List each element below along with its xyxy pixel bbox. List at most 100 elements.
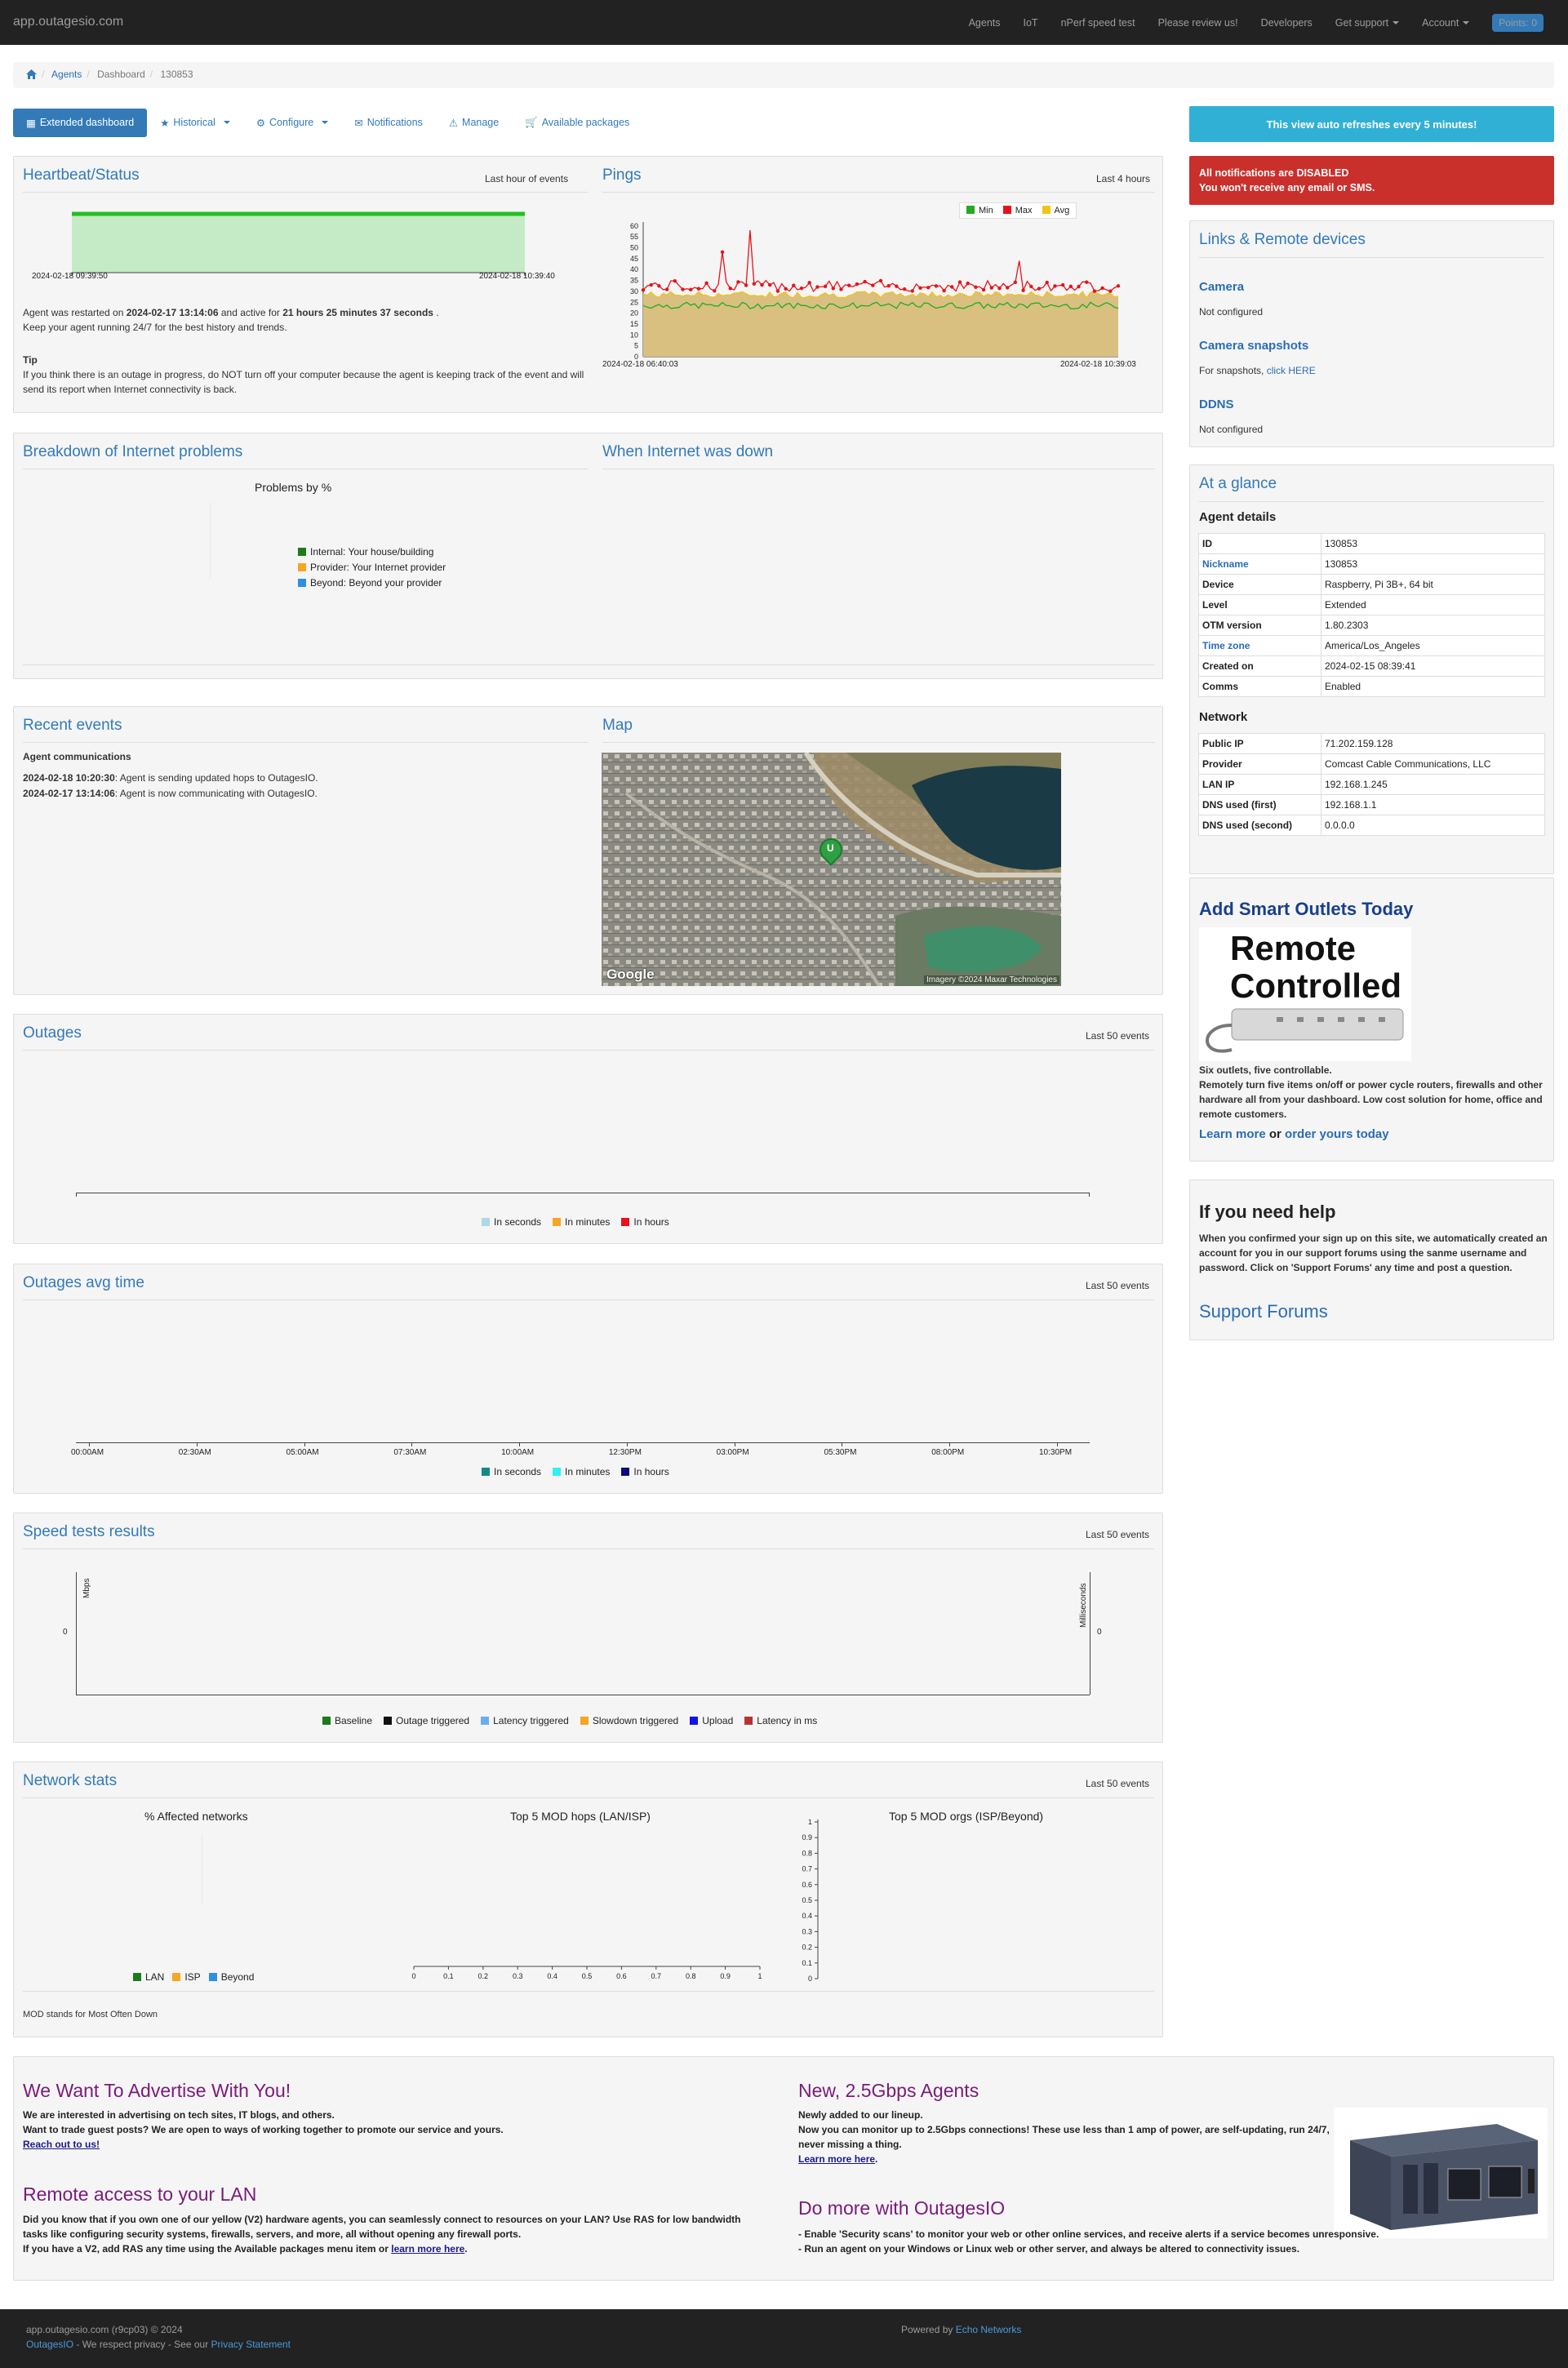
max-point — [664, 287, 669, 291]
x-tick-label: 0.7 — [651, 1972, 662, 1980]
nav-review[interactable]: Please review us! — [1158, 17, 1238, 29]
table-row: Time zone America/Los_Angeles — [1198, 635, 1545, 656]
x-tick-label: 0.3 — [513, 1972, 523, 1980]
legend-label: Outage triggered — [396, 1715, 470, 1726]
max-point — [966, 281, 970, 286]
max-point — [902, 287, 907, 291]
row-label: Time zone — [1198, 635, 1321, 656]
table-row: DNS used (second) 0.0.0.0 — [1198, 815, 1545, 836]
new-agents-line-2: Now you can monitor up to 2.5Gbps connec… — [798, 2124, 1330, 2150]
x-tick — [1057, 1442, 1058, 1446]
max-point — [799, 286, 804, 291]
table-row: ID 130853 — [1198, 533, 1545, 554]
y-tick-label: 0.5 — [802, 1896, 812, 1904]
max-point — [815, 285, 820, 289]
x-tick — [304, 1442, 305, 1446]
learn-more-link[interactable]: Learn more — [1199, 1127, 1266, 1141]
x-tick-label: 0.2 — [478, 1972, 489, 1980]
heartbeat-title: Heartbeat/Status — [23, 167, 140, 184]
row-value: Raspberry, Pi 3B+, 64 bit — [1321, 574, 1545, 595]
y-tick-label: 0.9 — [802, 1833, 812, 1842]
max-point — [957, 280, 962, 284]
reach-out-link[interactable]: Reach out to us! — [23, 2139, 100, 2150]
y-tick-label: 35 — [630, 277, 638, 285]
x-tick-label: 00:00AM — [71, 1448, 104, 1457]
snapshots-click-here[interactable]: click HERE — [1267, 365, 1316, 376]
max-point — [728, 287, 732, 291]
row-value: Enabled — [1321, 676, 1545, 697]
x-tick-label: 0.8 — [686, 1972, 696, 1980]
event-text: : Agent is sending updated hops to Outag… — [114, 772, 318, 784]
restart-suffix: . — [433, 307, 439, 318]
x-tick-label: 02:30AM — [178, 1448, 211, 1457]
top-navbar: app.outagesio.com Agents IoT nPerf speed… — [0, 0, 1568, 45]
tip-text: If you think there is an outage in progr… — [23, 369, 584, 395]
legend-max: Max — [1002, 206, 1033, 215]
nav-account-dropdown[interactable]: Account — [1422, 17, 1470, 29]
brand-link[interactable]: app.outagesio.com — [13, 15, 123, 29]
home-icon[interactable] — [26, 69, 37, 82]
nav-support-dropdown[interactable]: Get support — [1335, 17, 1400, 29]
label: Notifications — [366, 117, 423, 128]
max-point — [934, 284, 939, 288]
breadcrumb-agents[interactable]: Agents — [51, 69, 82, 80]
max-point — [775, 289, 780, 293]
camera-snapshots-link[interactable]: Camera snapshots — [1199, 339, 1308, 353]
row-value: America/Los_Angeles — [1321, 635, 1545, 656]
heartbeat-end: 2024-02-18 10:39:40 — [479, 272, 555, 281]
nav-agents[interactable]: Agents — [969, 17, 1001, 29]
breakdown-axis — [210, 503, 211, 578]
x-tick — [411, 1442, 413, 1446]
at-a-glance-panel: At a glance Agent details ID 130853 Nickna… — [1189, 464, 1554, 874]
tip-title: Tip — [23, 354, 38, 366]
advertise-title: We Want To Advertise With You! — [23, 2080, 291, 2101]
configure-dropdown[interactable]: ⚙ Configure — [243, 109, 341, 137]
nav-developers[interactable]: Developers — [1261, 17, 1313, 29]
extended-dashboard-button[interactable]: ▦ Extended dashboard — [13, 108, 148, 137]
y-tick-label: 0.6 — [802, 1881, 812, 1889]
legend-min: Min — [966, 206, 993, 215]
nav-iot[interactable]: IoT — [1024, 17, 1038, 29]
row-label-link[interactable]: Time zone — [1202, 640, 1250, 651]
nav-nperf[interactable]: nPerf speed test — [1061, 17, 1135, 29]
do-more-title: Do more with OutagesIO — [798, 2197, 1006, 2219]
new-agents-learn-link[interactable]: Learn more here — [798, 2153, 875, 2165]
row-label: Provider — [1198, 753, 1321, 775]
restart-time: 2024-02-17 13:14:06 — [126, 307, 219, 318]
row-label: DNS used (first) — [1198, 794, 1321, 815]
support-forums-link[interactable]: Support Forums — [1199, 1301, 1328, 1322]
event-time: 2024-02-17 13:14:06 — [23, 788, 115, 799]
smart-outlet-image[interactable]: Remote Controlled — [1199, 927, 1411, 1061]
points-badge[interactable]: Points: 0 — [1492, 13, 1544, 32]
x-tick-label: 0.4 — [547, 1972, 557, 1980]
keep-running-text: Keep your agent running 24/7 for the bes… — [23, 322, 287, 333]
satellite-map[interactable]: U Google Imagery ©2024 Maxar Technologie… — [602, 753, 1061, 986]
dashboard-toolbar: ▦ Extended dashboard ★ Historical ⚙ Configu… — [13, 106, 642, 139]
y-tick-label: 0.3 — [802, 1927, 812, 1935]
row-value: 130853 — [1321, 533, 1545, 554]
links-panel: Links & Remote devices Camera Not config… — [1189, 220, 1554, 447]
available-packages-button[interactable]: 🛒 Available packages — [512, 109, 642, 137]
outages-avg-axis — [76, 1442, 1090, 1443]
ddns-link[interactable]: DDNS — [1199, 398, 1234, 411]
table-row: Device Raspberry, Pi 3B+, 64 bit — [1198, 574, 1545, 595]
manage-button[interactable]: ⚠ Manage — [436, 109, 512, 137]
camera-link[interactable]: Camera — [1199, 280, 1244, 294]
notifications-button[interactable]: ✉ Notifications — [341, 109, 436, 137]
agent-details-heading: Agent details — [1199, 510, 1277, 524]
row-label-link[interactable]: Nickname — [1202, 558, 1249, 570]
echo-networks-link[interactable]: Echo Networks — [956, 2324, 1022, 2335]
legend-label: Avg — [1054, 206, 1070, 215]
remote-learn-more-link[interactable]: learn more here — [391, 2243, 464, 2255]
historical-dropdown[interactable]: ★ Historical — [147, 109, 243, 137]
legend-minutes: In minutes — [553, 1216, 610, 1228]
order-link[interactable]: order yours today — [1285, 1127, 1389, 1141]
agent-details-table: ID 130853 Nickname 130853 Device Raspberry, P… — [1198, 533, 1545, 697]
agent-device-image[interactable] — [1334, 2108, 1548, 2238]
new-agents-body: Newly added to our lineup. Now you can m… — [798, 2108, 1337, 2166]
footer-brand-link[interactable]: OutagesIO — [26, 2339, 73, 2350]
x-tick-label: 0.1 — [443, 1972, 454, 1980]
privacy-statement-link[interactable]: Privacy Statement — [211, 2339, 291, 2350]
legend-hours: In hours — [621, 1466, 669, 1477]
row-value: 0.0.0.0 — [1321, 815, 1545, 836]
